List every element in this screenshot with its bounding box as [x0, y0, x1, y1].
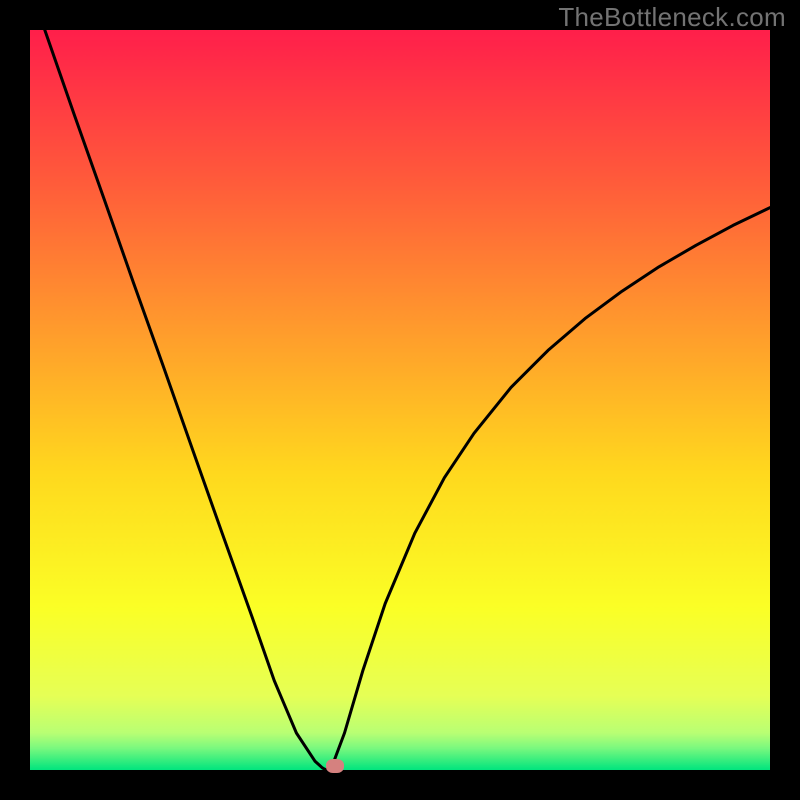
- selection-marker: [326, 759, 344, 773]
- bottleneck-curve: [45, 30, 770, 770]
- watermark-text: TheBottleneck.com: [558, 2, 786, 33]
- curve-layer: [30, 30, 770, 770]
- chart-frame: TheBottleneck.com: [0, 0, 800, 800]
- plot-area: [30, 30, 770, 770]
